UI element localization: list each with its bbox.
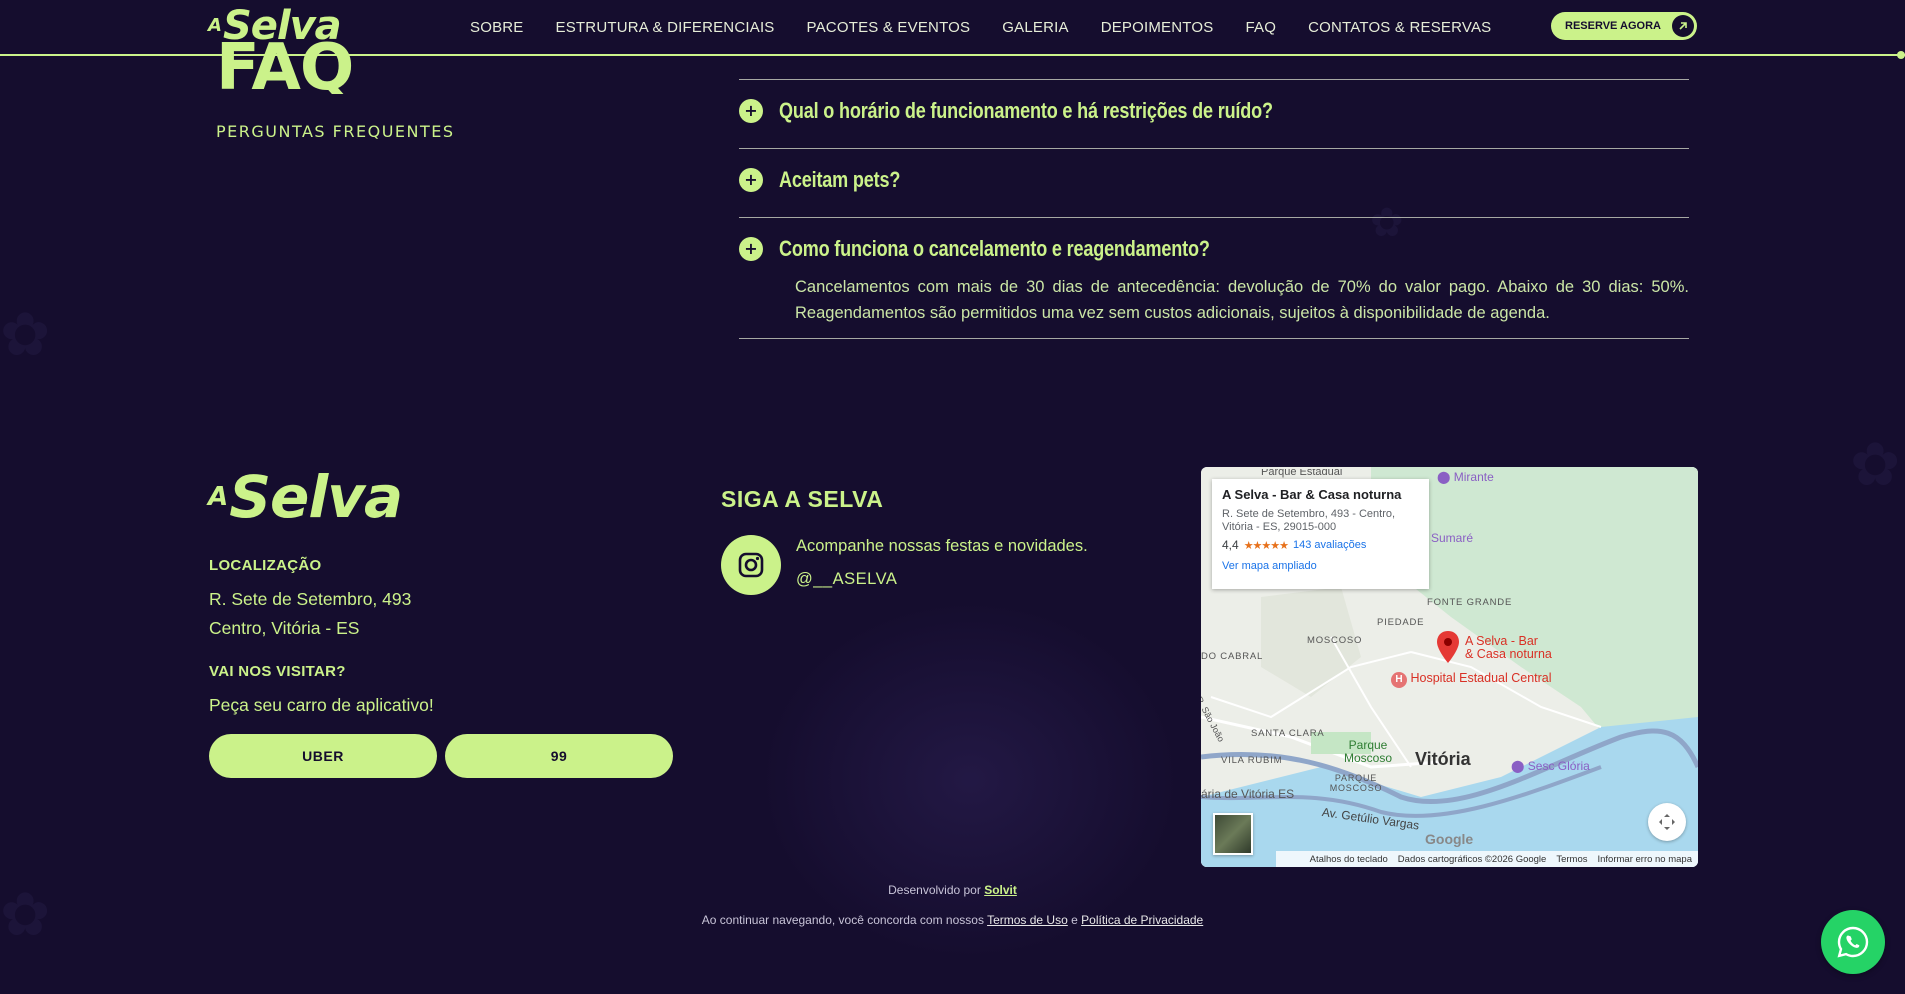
place-info-card: A Selva - Bar & Casa noturna R. Sete de … (1212, 479, 1429, 589)
enlarge-map-link[interactable]: Ver mapa ampliado (1222, 560, 1419, 572)
faq-answer: Cancelamentos com mais de 30 dias de ant… (795, 278, 1689, 322)
faq-question: Qual o horário de funcionamento e há res… (779, 98, 1273, 123)
hospital-icon: H (1391, 672, 1407, 688)
dev-prefix: Desenvolvido por (888, 883, 981, 897)
faq-question: Como funciona o cancelamento e reagendam… (779, 236, 1210, 261)
background-pattern: ✿ (0, 300, 51, 370)
google-logo: Google (1425, 831, 1474, 847)
map-label-cabral: DO CABRAL (1201, 651, 1264, 662)
place-title: A Selva - Bar & Casa noturna (1222, 487, 1402, 502)
footer-logo: ASelva (208, 462, 403, 532)
faq-divider (739, 148, 1689, 149)
fullscreen-icon[interactable] (1648, 803, 1686, 841)
map-label-sumare: Sumaré (1431, 531, 1474, 545)
social-title: SIGA A SELVA (721, 486, 884, 512)
consent-prefix: Ao continuar navegando, você concorda co… (701, 913, 984, 927)
faq-title: FAQ (216, 38, 354, 94)
nav-estrutura[interactable]: ESTRUTURA & DIFERENCIAIS (556, 19, 775, 36)
nav-depoimentos[interactable]: DEPOIMENTOS (1101, 19, 1214, 36)
map-label-top-cut: Parque Estadual (1261, 469, 1343, 478)
instagram-icon[interactable] (721, 535, 781, 595)
nav-faq[interactable]: FAQ (1245, 19, 1276, 36)
map-label-parque-moscoso-area: PARQUE MOSCOSO (1329, 773, 1383, 793)
map-label-mirante: ⬤ Mirante (1437, 470, 1494, 484)
faq-divider (739, 217, 1689, 218)
background-pattern: ✿ (1850, 430, 1901, 500)
location-pin-icon[interactable] (1437, 631, 1459, 668)
keyboard-shortcuts-link[interactable]: Atalhos do teclado (1310, 854, 1388, 865)
visit-text: Peça seu carro de aplicativo! (209, 695, 434, 715)
map-label-vitoria-es: ária de Vitória ES (1201, 787, 1295, 801)
map-label-santa-clara: SANTA CLARA (1251, 728, 1325, 739)
faq-divider (739, 338, 1689, 339)
nav-pacotes[interactable]: PACOTES & EVENTOS (807, 19, 971, 36)
whatsapp-icon[interactable] (1821, 910, 1885, 974)
header-line-dot (1897, 51, 1905, 59)
faq-item-cancel[interactable]: + Como funciona o cancelamento e reagend… (739, 236, 1304, 262)
ninenine-button[interactable]: 99 (445, 734, 673, 778)
nav-contatos[interactable]: CONTATOS & RESERVAS (1308, 19, 1491, 36)
arrow-up-right-icon (1672, 15, 1694, 37)
reviews-link[interactable]: 143 avaliações (1293, 539, 1366, 551)
background-pattern: ✿ (1370, 200, 1404, 246)
reserve-button[interactable]: RESERVE AGORA (1551, 12, 1697, 40)
map-label-sesc: ⬤ Sesc Glória (1511, 759, 1590, 773)
faq-divider (739, 79, 1689, 80)
logo-text: Selva (229, 463, 403, 531)
consent-and: e (1071, 913, 1078, 927)
map-label-vila-rubim: VILA RUBIM (1221, 755, 1283, 766)
faq-item-hours[interactable]: + Qual o horário de funcionamento e há r… (739, 98, 1381, 124)
plus-icon: + (739, 237, 763, 261)
social-text: Acompanhe nossas festas e novidades. (796, 537, 1088, 555)
logo-prefix: A (208, 482, 228, 512)
address-line-2: Centro, Vitória - ES (209, 618, 360, 638)
uber-button[interactable]: UBER (209, 734, 437, 778)
place-rating-row: 4,4 ★★★★★ 143 avaliações (1222, 538, 1419, 552)
background-jaguar-illustration (760, 600, 1180, 960)
location-label: LOCALIZAÇÃO (209, 557, 322, 574)
terms-link[interactable]: Termos (1556, 854, 1587, 865)
map-label-moscoso: MOSCOSO (1307, 635, 1363, 646)
address-line-1: R. Sete de Setembro, 493 (209, 589, 412, 609)
google-map[interactable]: A Selva - Bar & Casa noturna R. Sete de … (1201, 467, 1698, 867)
visit-label: VAI NOS VISITAR? (209, 663, 346, 680)
terms-of-use-link[interactable]: Termos de Uso (987, 913, 1068, 927)
report-error-link[interactable]: Informar erro no mapa (1597, 854, 1692, 865)
rating-stars: ★★★★★ (1243, 539, 1289, 552)
reserve-label: RESERVE AGORA (1565, 20, 1661, 32)
main-nav: SOBRE ESTRUTURA & DIFERENCIAIS PACOTES &… (470, 0, 1491, 54)
nav-sobre[interactable]: SOBRE (470, 19, 524, 36)
map-data-credit: Dados cartográficos ©2026 Google (1397, 853, 1547, 865)
dev-credit: Desenvolvido por Solvit (0, 883, 1905, 897)
place-rating: 4,4 (1222, 538, 1239, 552)
logo-prefix: A (208, 15, 222, 36)
map-attribution-bar: Atalhos do teclado Dados cartográficos ©… (1276, 851, 1698, 867)
map-label-fonte-grande: FONTE GRANDE (1427, 597, 1513, 608)
map-label-parque-moscoso: Parque Moscoso (1343, 738, 1393, 765)
faq-subtitle: PERGUNTAS FREQUENTES (216, 122, 455, 141)
map-pin-label: A Selva - Bar & Casa noturna (1465, 634, 1552, 661)
privacy-policy-link[interactable]: Política de Privacidade (1081, 913, 1203, 927)
map-label-hospital: H Hospital Estadual Central (1391, 671, 1552, 688)
satellite-toggle[interactable] (1213, 813, 1253, 855)
faq-item-pets[interactable]: + Aceitam pets? (739, 167, 927, 193)
solvit-link[interactable]: Solvit (984, 883, 1017, 897)
consent-text: Ao continuar navegando, você concorda co… (0, 913, 1905, 927)
place-address: R. Sete de Setembro, 493 - Centro, Vitór… (1222, 508, 1396, 533)
map-label-vitoria: Vitória (1415, 749, 1471, 769)
faq-question: Aceitam pets? (779, 167, 901, 192)
plus-icon: + (739, 99, 763, 123)
map-label-piedade: PIEDADE (1377, 617, 1425, 628)
social-handle[interactable]: @__ASELVA (796, 570, 897, 589)
plus-icon: + (739, 168, 763, 192)
nav-galeria[interactable]: GALERIA (1002, 19, 1068, 36)
